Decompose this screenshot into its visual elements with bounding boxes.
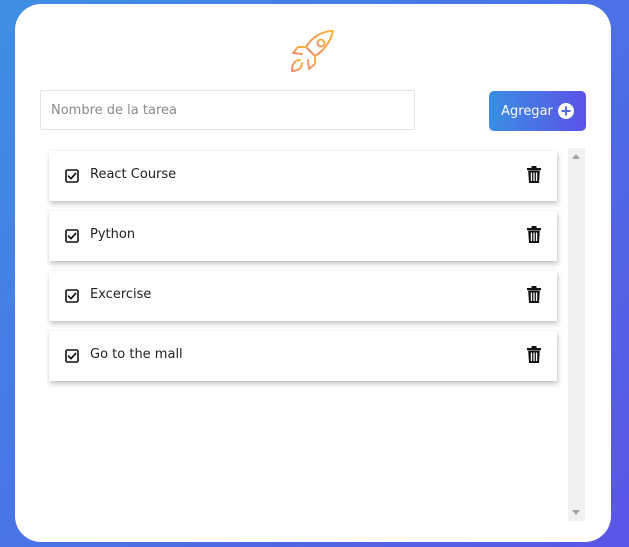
task-list-scrollbar[interactable] — [568, 148, 585, 521]
add-button-label: Agregar — [501, 103, 553, 119]
task-item: Go to the mall — [49, 331, 557, 381]
checkbox-checked-icon[interactable] — [65, 349, 79, 363]
plus-circle-icon — [557, 103, 574, 119]
task-label: Go to the mall — [90, 347, 183, 362]
checkbox-checked-icon[interactable] — [65, 169, 79, 183]
checkbox-checked-icon[interactable] — [65, 229, 79, 243]
trash-icon[interactable] — [527, 166, 541, 183]
task-item: Python — [49, 211, 557, 261]
trash-icon[interactable] — [527, 286, 541, 303]
task-list: React Course Python Excercise Go to the … — [49, 151, 559, 391]
todo-card: Agregar React Course — [15, 4, 611, 542]
trash-icon[interactable] — [527, 226, 541, 243]
task-label: React Course — [90, 167, 177, 182]
task-name-input[interactable] — [40, 90, 415, 130]
checkbox-checked-icon[interactable] — [65, 289, 79, 303]
scroll-down-arrow-icon[interactable] — [572, 510, 580, 515]
task-item: React Course — [49, 151, 557, 201]
trash-icon[interactable] — [527, 346, 541, 363]
task-item: Excercise — [49, 271, 557, 321]
scroll-up-arrow-icon[interactable] — [572, 154, 580, 159]
rocket-icon — [291, 30, 334, 72]
task-label: Excercise — [90, 287, 152, 302]
add-task-button[interactable]: Agregar — [489, 91, 586, 131]
task-label: Python — [90, 227, 136, 242]
